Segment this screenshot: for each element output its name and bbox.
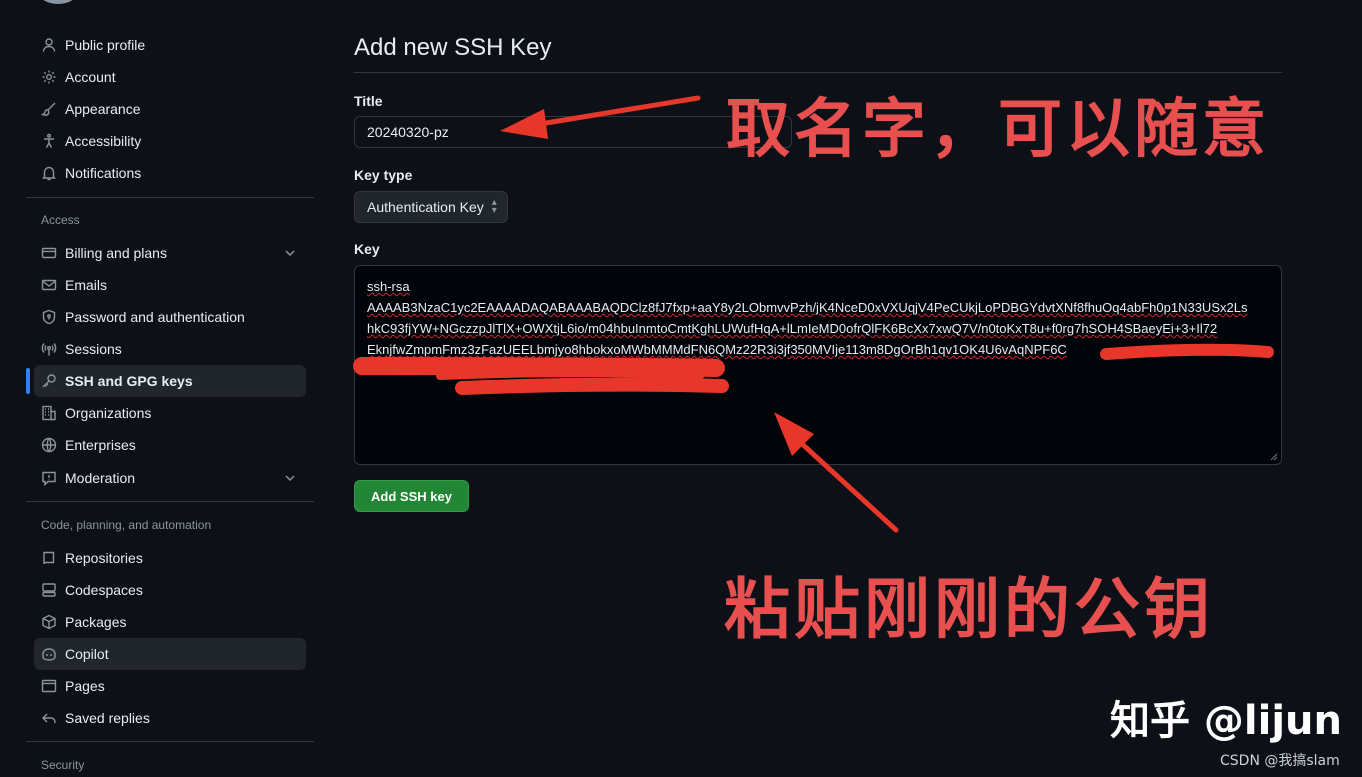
sidebar-item-label: Packages: [65, 614, 127, 630]
person-icon: [41, 37, 57, 53]
annotation-key-note: 粘贴刚刚的公钥: [724, 571, 1214, 648]
repo-icon: [41, 550, 57, 566]
key-line: AAAAB3NzaC1yc2EAAAADAQABAAABAQDClz8fJ7fx…: [367, 300, 1248, 315]
codespaces-icon: [41, 582, 57, 598]
sidebar-item-moderation[interactable]: Moderation: [34, 462, 306, 494]
sidebar-item-label: Organizations: [65, 405, 152, 421]
sidebar-divider: [26, 501, 314, 502]
sidebar-item-saved-replies[interactable]: Saved replies: [34, 702, 306, 734]
sidebar-item-label: Repositories: [65, 550, 143, 566]
sidebar-item-password-auth[interactable]: Password and authentication: [34, 301, 306, 333]
globe-icon: [41, 437, 57, 453]
add-ssh-key-button[interactable]: Add SSH key: [354, 480, 469, 512]
browser-icon: [41, 678, 57, 694]
sidebar-divider: [26, 197, 314, 198]
sidebar-item-label: Sessions: [65, 341, 122, 357]
sidebar-divider: [26, 741, 314, 742]
sidebar-item-account[interactable]: Account: [34, 61, 306, 93]
sidebar-item-packages[interactable]: Packages: [34, 606, 306, 638]
paintbrush-icon: [41, 101, 57, 117]
key-line: hkC93fjYW+NGczzpJlTlX+OWXtjL6io/m04hbuIn…: [367, 321, 1218, 336]
sidebar-item-label: Password and authentication: [65, 309, 245, 325]
sidebar-item-copilot[interactable]: Copilot: [34, 638, 306, 670]
key-field-label: Key: [354, 241, 380, 257]
avatar[interactable]: [38, 0, 78, 4]
key-textarea[interactable]: ssh-rsa AAAAB3NzaC1yc2EAAAADAQABAAABAQDC…: [354, 265, 1282, 465]
sidebar-item-label: Emails: [65, 277, 108, 293]
sidebar-item-label: Billing and plans: [65, 245, 167, 261]
key-line: ssh-rsa: [367, 279, 410, 294]
sidebar-item-enterprises[interactable]: Enterprises: [34, 429, 306, 461]
sidebar-item-label: Pages: [65, 678, 105, 694]
mail-icon: [41, 277, 57, 293]
sidebar-item-pages[interactable]: Pages: [34, 670, 306, 702]
sidebar-item-label: Enterprises: [65, 437, 136, 453]
key-type-label: Key type: [354, 167, 413, 183]
bell-icon: [41, 165, 57, 181]
page-title: Add new SSH Key: [354, 34, 552, 61]
shield-lock-icon: [41, 309, 57, 325]
reply-icon: [41, 710, 57, 726]
sidebar-item-label: SSH and GPG keys: [65, 373, 193, 389]
title-field-label: Title: [354, 93, 383, 109]
sidebar-item-codespaces[interactable]: Codespaces: [34, 574, 306, 606]
zhihu-watermark: 知乎 @lijun: [1110, 698, 1343, 744]
annotation-title-note: 取名字，可以随意: [726, 93, 1270, 167]
organization-icon: [41, 405, 57, 421]
report-icon: [41, 470, 57, 486]
sidebar-item-accessibility[interactable]: Accessibility: [34, 125, 306, 157]
section-heading-access: Access: [41, 213, 80, 227]
broadcast-icon: [41, 341, 57, 357]
sidebar-item-sessions[interactable]: Sessions: [34, 333, 306, 365]
sidebar-item-label: Moderation: [65, 470, 136, 486]
gear-icon: [41, 69, 57, 85]
active-indicator: [26, 368, 30, 394]
sidebar-item-label: Accessibility: [65, 133, 142, 149]
section-heading-security: Security: [41, 758, 85, 772]
section-heading-code: Code, planning, and automation: [41, 518, 212, 532]
resize-handle-icon[interactable]: [1270, 453, 1278, 461]
package-icon: [41, 614, 57, 630]
key-type-value: Authentication Key: [367, 199, 484, 215]
sidebar-item-emails[interactable]: Emails: [34, 269, 306, 301]
chevron-down-icon[interactable]: [282, 470, 298, 486]
sidebar-item-notifications[interactable]: Notifications: [34, 157, 306, 189]
sidebar-item-organizations[interactable]: Organizations: [34, 397, 306, 429]
select-arrows-icon: ▴ ▾: [491, 197, 497, 216]
sidebar-item-ssh-gpg-keys[interactable]: SSH and GPG keys: [34, 365, 306, 397]
sidebar-item-billing[interactable]: Billing and plans: [34, 237, 306, 269]
sidebar-item-label: Codespaces: [65, 582, 143, 598]
csdn-credit: CSDN @我搞slam: [1220, 753, 1340, 769]
sidebar-item-repositories[interactable]: Repositories: [34, 542, 306, 574]
sidebar-item-label: Notifications: [65, 165, 142, 181]
sidebar-item-label: Copilot: [65, 646, 109, 662]
key-type-select[interactable]: Authentication Key ▴ ▾: [354, 191, 508, 223]
accessibility-icon: [41, 133, 57, 149]
key-icon: [41, 373, 57, 389]
add-ssh-key-button-label: Add SSH key: [371, 488, 452, 504]
title-divider: [354, 72, 1282, 73]
sidebar-item-label: Public profile: [65, 37, 146, 53]
sidebar-item-public-profile[interactable]: Public profile: [34, 29, 306, 61]
credit-card-icon: [41, 245, 57, 261]
key-line: EknjfwZmpmFmz3zFazUEELbmjyo8hbokxoMWbMMM…: [367, 342, 1067, 357]
copilot-icon: [41, 646, 57, 662]
sidebar-item-appearance[interactable]: Appearance: [34, 93, 306, 125]
sidebar-item-label: Saved replies: [65, 710, 150, 726]
chevron-down-icon[interactable]: [282, 245, 298, 261]
title-input-value: 20240320-pz: [367, 124, 449, 140]
sidebar-item-label: Appearance: [65, 101, 141, 117]
sidebar-item-label: Account: [65, 69, 116, 85]
